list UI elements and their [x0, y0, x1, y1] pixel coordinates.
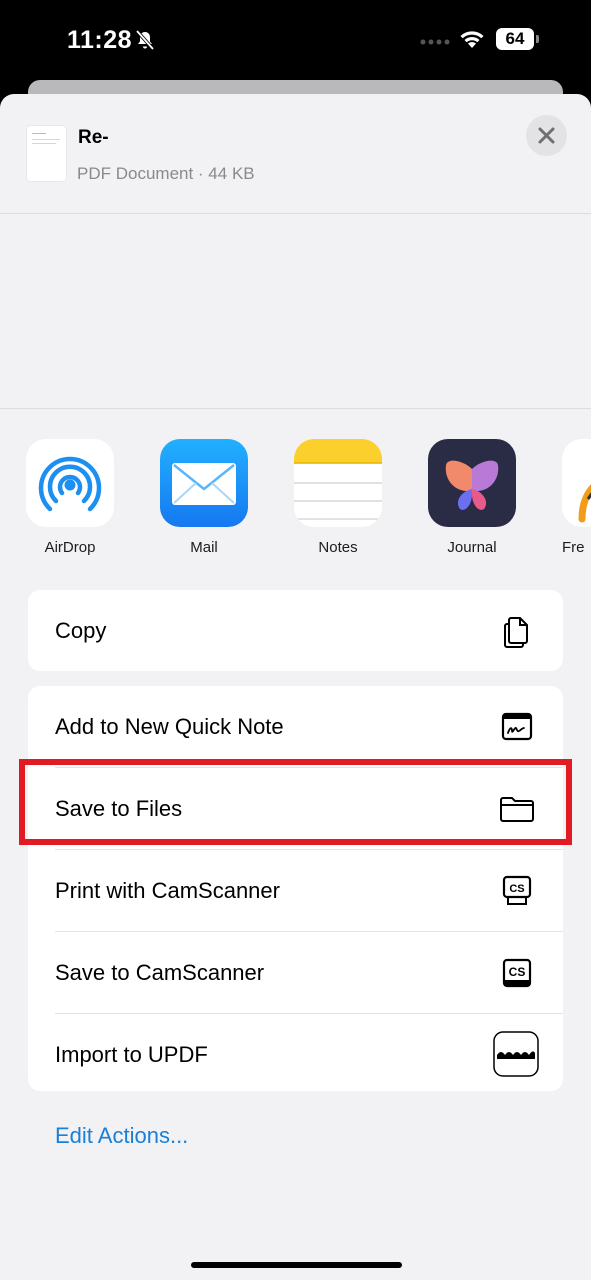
copy-group: Copy: [28, 590, 563, 671]
copy-label: Copy: [55, 618, 107, 643]
camscanner-icon: CS: [502, 958, 532, 988]
document-thumbnail: [27, 126, 66, 181]
print-camscanner-action[interactable]: Print with CamScanner CS: [28, 850, 563, 931]
document-title: Re-: [78, 127, 109, 148]
bell-muted-icon: [135, 29, 155, 51]
share-header: Re- PDF Document · 44 KB: [0, 94, 591, 214]
save-camscanner-label: Save to CamScanner: [55, 960, 265, 985]
app-row: AirDrop Mail Notes Journal Fre: [0, 439, 591, 569]
import-updf-label: Import to UPDF: [55, 1042, 208, 1067]
app-label-freeform: Fre: [562, 539, 585, 556]
app-label-journal: Journal: [447, 539, 497, 556]
battery-icon: 64: [496, 28, 534, 50]
battery-cap: [536, 35, 539, 43]
mail-icon: [160, 439, 248, 527]
wifi-icon: [460, 31, 484, 48]
home-indicator[interactable]: [191, 1262, 402, 1268]
airdrop-icon: [26, 439, 114, 527]
copy-action[interactable]: Copy: [28, 590, 563, 671]
close-button[interactable]: [526, 115, 567, 156]
cellular-signal-icon: [420, 39, 450, 45]
close-icon: [538, 127, 555, 144]
updf-icon: [493, 1031, 539, 1077]
svg-text:CS: CS: [509, 883, 524, 895]
save-camscanner-action[interactable]: Save to CamScanner CS: [28, 932, 563, 1013]
print-camscanner-label: Print with CamScanner: [55, 878, 280, 903]
status-bar: 11:28 64: [0, 0, 591, 80]
document-subtitle: PDF Document · 44 KB: [77, 164, 255, 183]
status-time: 11:28: [67, 26, 133, 54]
import-updf-action[interactable]: Import to UPDF: [28, 1014, 563, 1091]
freeform-icon: [562, 439, 591, 527]
app-label-mail: Mail: [190, 539, 218, 556]
highlight-box: [19, 759, 572, 845]
notes-icon: [294, 439, 382, 527]
svg-text:CS: CS: [509, 965, 526, 979]
copy-icon: [504, 617, 528, 648]
quick-note-icon: [501, 712, 533, 741]
people-suggestions-area: [0, 214, 591, 409]
app-label-notes: Notes: [318, 539, 358, 556]
battery-level: 64: [505, 29, 525, 48]
edit-actions-link[interactable]: Edit Actions...: [55, 1123, 188, 1149]
quick-note-label: Add to New Quick Note: [55, 714, 284, 739]
quick-note-action[interactable]: Add to New Quick Note: [28, 686, 563, 767]
app-label-airdrop: AirDrop: [44, 539, 96, 556]
actions-group: Add to New Quick Note Save to Files Prin…: [28, 686, 563, 1091]
journal-icon: [428, 439, 516, 527]
camscanner-print-icon: CS: [502, 875, 532, 905]
